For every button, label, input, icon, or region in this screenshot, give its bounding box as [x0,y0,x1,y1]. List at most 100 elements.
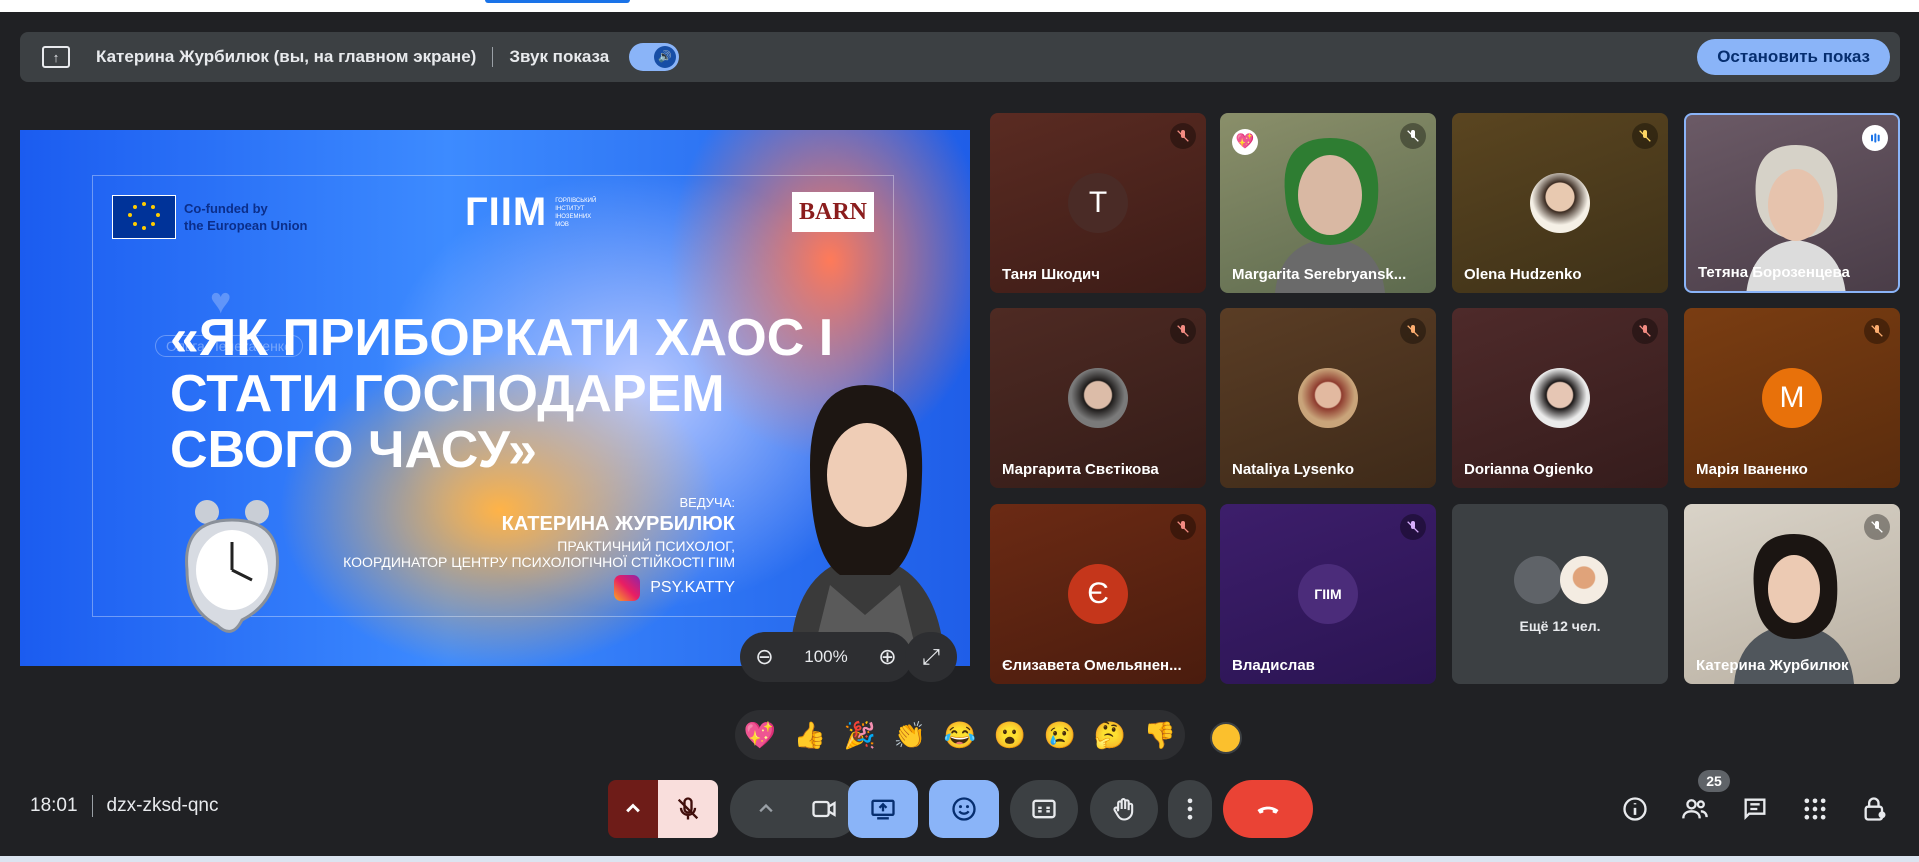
reaction-laugh[interactable]: 😂 [944,720,976,751]
present-screen-icon [871,799,895,820]
participant-tile[interactable]: Катерина Журбилюк [1684,504,1900,684]
presenting-bar: ↑ Катерина Журбилюк (вы, на главном экра… [20,32,1900,82]
participant-tile[interactable]: 💖 Margarita Serebryansk... [1220,113,1436,293]
reaction-sparkling-heart[interactable]: 💖 [744,720,776,751]
instagram-icon [614,575,641,601]
participant-name: Тетяна Борозенцева [1698,264,1850,281]
reaction-thinking[interactable]: 🤔 [1094,720,1126,751]
presenter-photo [790,385,945,666]
raise-hand-button[interactable] [1090,780,1158,838]
video-options-button[interactable] [730,780,860,838]
host-controls-button[interactable] [1858,792,1892,826]
participant-name: Владислав [1232,657,1315,674]
present-screen-button[interactable] [848,780,918,838]
participant-name: Катерина Журбилюк [1696,657,1849,674]
participants-count-badge: 25 [1698,770,1730,792]
more-participants-tile[interactable]: Ещё 12 чел. [1452,504,1668,684]
avatar-letter: Є [1068,564,1128,624]
lock-person-icon [1864,797,1886,821]
zoom-level: 100% [804,647,848,666]
reaction-clap[interactable]: 👏 [894,720,926,751]
reactions-bar: 💖 👍 🎉 👏 😂 😮 😢 🤔 👎 [735,710,1185,760]
instagram-text: PSY.KATTY [650,579,735,596]
mic-off-icon [1170,123,1196,149]
participant-name: Nataliya Lysenko [1232,461,1354,478]
browser-top-strip [0,0,1919,12]
share-audio-label: Звук показа [509,47,610,66]
reaction-party[interactable]: 🎉 [844,720,876,751]
participant-tile[interactable]: ГІІМ Владислав [1220,504,1436,684]
mic-off-icon [1632,123,1658,149]
chat-icon [1744,798,1766,820]
people-icon [1682,799,1708,819]
participant-tile[interactable]: Olena Hudzenko [1452,113,1668,293]
host-label: ВЕДУЧА: [679,495,736,510]
mic-off-icon [1400,123,1426,149]
chevron-up-icon [626,803,640,813]
stop-presenting-button[interactable]: Остановить показ [1697,39,1890,75]
mic-off-icon [1864,318,1890,344]
avatar [1530,173,1590,233]
chat-button[interactable] [1738,792,1772,826]
zoom-in-icon[interactable]: ⊕ [878,644,896,670]
captions-button[interactable] [1010,780,1078,838]
leave-call-button[interactable] [1223,780,1313,838]
meeting-time: 18:01 [30,795,78,816]
info-icon [1623,797,1647,821]
barn-logo: BARN [792,192,874,232]
participant-name: Dorianna Ogienko [1464,461,1594,478]
activities-button[interactable] [1798,792,1832,826]
avatar [1068,368,1128,428]
participant-tile[interactable]: Є Єлизавета Омельянен... [990,504,1206,684]
avatar [1514,556,1562,604]
speaking-indicator-icon [1862,125,1888,151]
skin-tone-selector[interactable] [1210,722,1242,754]
reaction-sad[interactable]: 😢 [1044,720,1076,751]
mic-off-icon [1632,318,1658,344]
emoji-icon [952,797,976,821]
participant-tile[interactable]: Dorianna Ogienko [1452,308,1668,488]
hand-icon [1113,798,1134,821]
hang-up-icon [1257,806,1279,814]
host-info: ВЕДУЧА: КАТЕРИНА ЖУРБИЛЮК ПРАКТИЧНИЙ ПСИ… [343,495,735,570]
chevron-up-icon [759,803,773,813]
participant-name: Марія Іваненко [1696,461,1808,478]
mic-off-icon [1170,514,1196,540]
participant-tile[interactable]: Nataliya Lysenko [1220,308,1436,488]
participant-name: Таня Шкодич [1002,266,1100,283]
audio-options-button[interactable] [608,780,658,838]
eu-flag-icon [112,195,176,239]
mic-off-icon [1864,514,1890,540]
eu-logo: Co-funded by the European Union [112,195,308,239]
more-options-button[interactable] [1168,780,1212,838]
participant-name: Olena Hudzenko [1464,266,1582,283]
avatar-letter: M [1762,368,1822,428]
avatar [1560,556,1608,604]
tab-indicator [485,0,630,3]
reactions-button[interactable] [929,780,999,838]
participant-name: Єлизавета Омельянен... [1002,657,1182,674]
participant-tile[interactable]: M Марія Іваненко [1684,308,1900,488]
participant-tile[interactable]: Тетяна Борозенцева [1684,113,1900,293]
mic-off-icon [677,797,699,820]
fullscreen-icon[interactable]: ⤢ [905,632,957,682]
present-screen-icon: ↑ [42,46,70,68]
zoom-out-icon[interactable]: ⊖ [755,644,773,670]
reaction-thumbs-up[interactable]: 👍 [794,720,826,751]
meeting-details-button[interactable] [1618,792,1652,826]
shared-slide: Co-funded by the European Union ГІІМ ГОРЛ… [20,130,970,666]
melting-clock-illustration [185,500,279,633]
eu-text-1: Co-funded by [184,201,268,216]
instagram-handle: PSY.KATTY [614,575,735,601]
participant-tile[interactable]: T Таня Шкодич [990,113,1206,293]
share-audio-toggle[interactable]: 🔊 [629,43,680,71]
participant-tile[interactable]: Маргарита Свєтікова [990,308,1206,488]
reaction-surprised[interactable]: 😮 [994,720,1026,751]
divider [91,795,93,817]
reaction-thumbs-down[interactable]: 👎 [1144,720,1176,751]
meeting-code: dzx-zksd-qnc [106,795,219,816]
people-button[interactable] [1678,792,1712,826]
mic-off-icon [1400,514,1426,540]
microphone-toggle-button[interactable] [658,780,718,838]
avatar [1298,368,1358,428]
